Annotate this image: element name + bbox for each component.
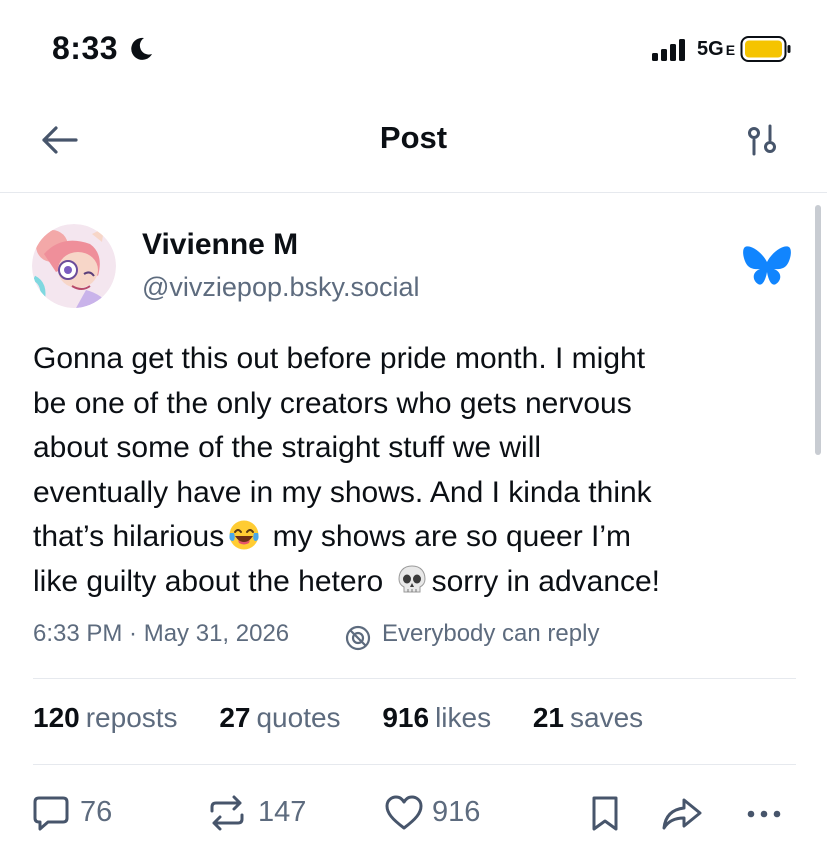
reposts-stat[interactable]: 120 reposts — [33, 702, 178, 734]
bookmark-icon — [592, 796, 618, 831]
heart-icon — [385, 795, 423, 830]
reply-settings-icon — [345, 625, 371, 651]
quotes-stat[interactable]: 27 quotes — [219, 702, 340, 734]
moon-icon — [131, 37, 152, 60]
status-bar: 8:33 5G E — [0, 0, 827, 100]
filter-icon[interactable] — [742, 120, 782, 160]
butterfly-icon — [743, 246, 791, 285]
post-text-line-with-emoji: like guilty about the hetero sorry in ad… — [33, 560, 808, 605]
scrollbar[interactable] — [815, 205, 821, 455]
likes-stat[interactable]: 916 likes — [382, 702, 491, 734]
more-icon — [747, 810, 781, 818]
divider — [33, 678, 796, 679]
status-time: 8:33 — [52, 30, 119, 66]
network-indicator: 5G E — [697, 38, 735, 61]
reply-count: 76 — [80, 796, 113, 828]
reply-button[interactable]: 76 — [32, 794, 122, 834]
like-button[interactable]: 916 — [384, 794, 494, 834]
network-label: 5G — [697, 38, 724, 60]
page-title: Post — [379, 120, 448, 155]
post-text-fragment: that’s hilarious — [33, 520, 225, 553]
repost-count: 147 — [258, 796, 307, 828]
likes-count: 916 — [382, 702, 430, 733]
reposts-label: reposts — [85, 702, 178, 733]
post-body: Gonna get this out before pride month. I… — [33, 337, 808, 604]
post-text-line: eventually have in my shows. And I kinda… — [33, 475, 652, 509]
repost-icon — [210, 795, 244, 831]
author-handle[interactable]: @vivziepop.bsky.social — [142, 272, 420, 303]
repost-button[interactable]: 147 — [206, 794, 316, 834]
divider — [33, 764, 796, 765]
share-button[interactable] — [660, 794, 704, 834]
more-options-button[interactable] — [744, 794, 784, 834]
post-text-line: about some of the straight stuff we will — [33, 431, 542, 464]
laughing-tears-emoji — [229, 520, 259, 550]
post-text-fragment: like guilty about the hetero — [33, 564, 384, 598]
like-count: 916 — [432, 796, 481, 828]
saves-label: saves — [570, 702, 644, 733]
reply-setting-label[interactable]: Everybody can reply — [382, 620, 599, 648]
post-text-fragment: sorry in advance! — [431, 564, 661, 598]
battery-icon — [740, 36, 791, 62]
engagement-stats: 120 reposts 27 quotes 916 likes 21 saves — [33, 702, 677, 734]
post-text-line: be one of the only creators who gets ner… — [33, 386, 632, 420]
post-screen: 8:33 5G E Post Vivienne M @vivziepop.bsk… — [0, 0, 827, 856]
likes-label: likes — [435, 702, 492, 733]
signal-icon — [652, 39, 685, 61]
share-icon — [662, 798, 702, 830]
saves-stat[interactable]: 21 saves — [533, 702, 643, 734]
skull-emoji — [398, 564, 426, 592]
saves-count: 21 — [532, 702, 565, 733]
reply-icon — [33, 796, 69, 831]
network-suffix: E — [725, 42, 736, 58]
post-text-fragment: my shows are so queer I’m — [264, 520, 632, 553]
quotes-label: quotes — [256, 702, 341, 733]
avatar[interactable] — [32, 224, 116, 308]
bookmark-button[interactable] — [588, 794, 622, 834]
post-header: Post — [0, 100, 827, 193]
reposts-count: 120 — [33, 702, 80, 733]
author-display-name[interactable]: Vivienne M — [142, 228, 298, 262]
post-text-line: Gonna get this out before pride month. I… — [33, 342, 646, 375]
post-timestamp[interactable]: 6:33 PM · May 31, 2026 — [33, 620, 289, 648]
post-text-line-with-emoji: that’s hilarious my shows are so queer I… — [33, 515, 808, 560]
quotes-count: 27 — [219, 702, 251, 733]
